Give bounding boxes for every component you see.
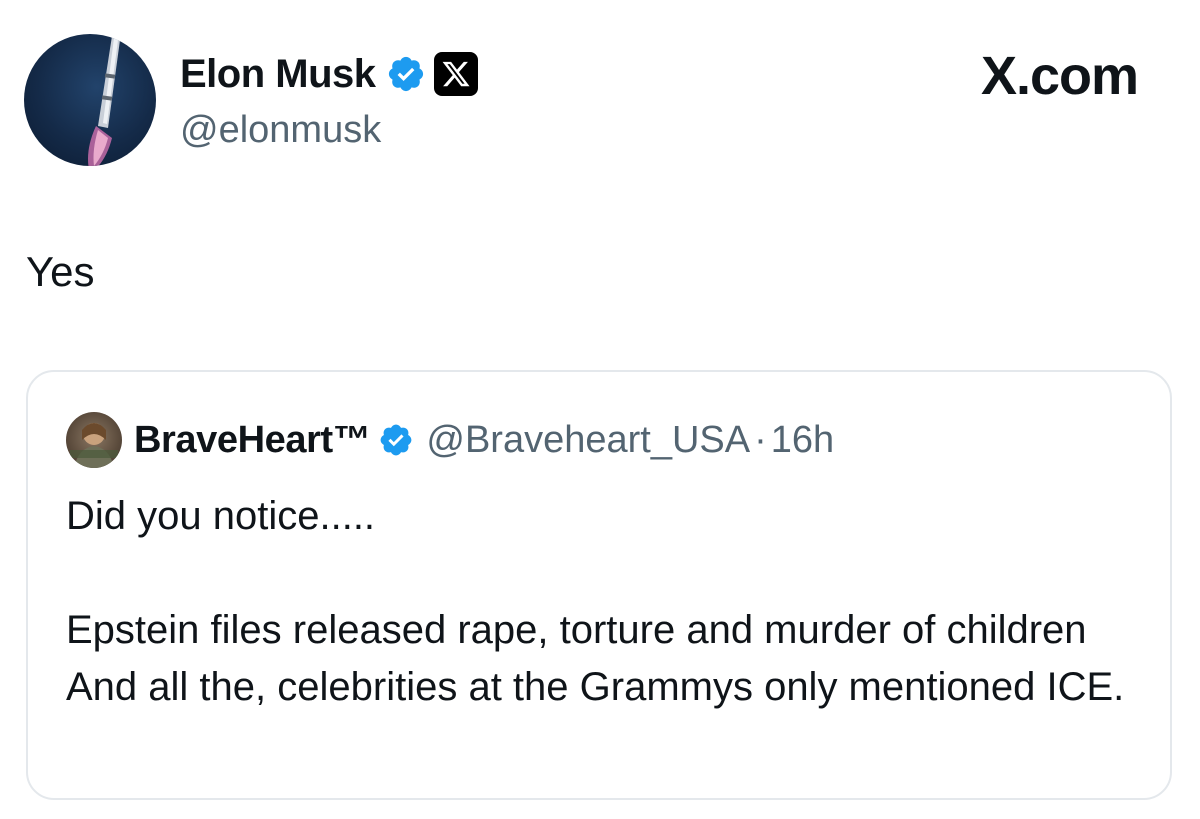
quoted-tweet-body: Did you notice..... Epstein files releas… bbox=[66, 488, 1146, 716]
quoted-tweet-card[interactable]: BraveHeart™ @Braveheart_USA · 16h Did yo… bbox=[26, 370, 1172, 800]
rocket-launch-avatar-icon bbox=[88, 36, 120, 166]
author-handle[interactable]: @elonmusk bbox=[180, 108, 381, 152]
braveheart-avatar-icon[interactable] bbox=[66, 412, 122, 468]
author-display-name[interactable]: Elon Musk bbox=[180, 48, 376, 100]
quoted-text-line-1: Did you notice..... bbox=[66, 494, 376, 538]
tweet-text: Yes bbox=[26, 248, 95, 295]
quoted-timestamp[interactable]: 16h bbox=[771, 419, 834, 462]
author-name-row: Elon Musk bbox=[180, 48, 478, 100]
verified-badge-icon[interactable] bbox=[386, 54, 426, 94]
brand-label: X.com bbox=[980, 46, 1139, 106]
quoted-text-line-2: Epstein files released rape, torture and… bbox=[66, 608, 1125, 709]
quoted-tweet-header: BraveHeart™ @Braveheart_USA · 16h bbox=[66, 412, 834, 468]
quoted-handle[interactable]: @Braveheart_USA bbox=[426, 419, 750, 462]
x-logo-icon[interactable] bbox=[433, 52, 478, 96]
quoted-display-name[interactable]: BraveHeart™ bbox=[134, 419, 371, 462]
author-avatar[interactable] bbox=[24, 34, 156, 166]
verified-badge-icon[interactable] bbox=[378, 422, 414, 458]
meta-separator: · bbox=[754, 418, 767, 461]
